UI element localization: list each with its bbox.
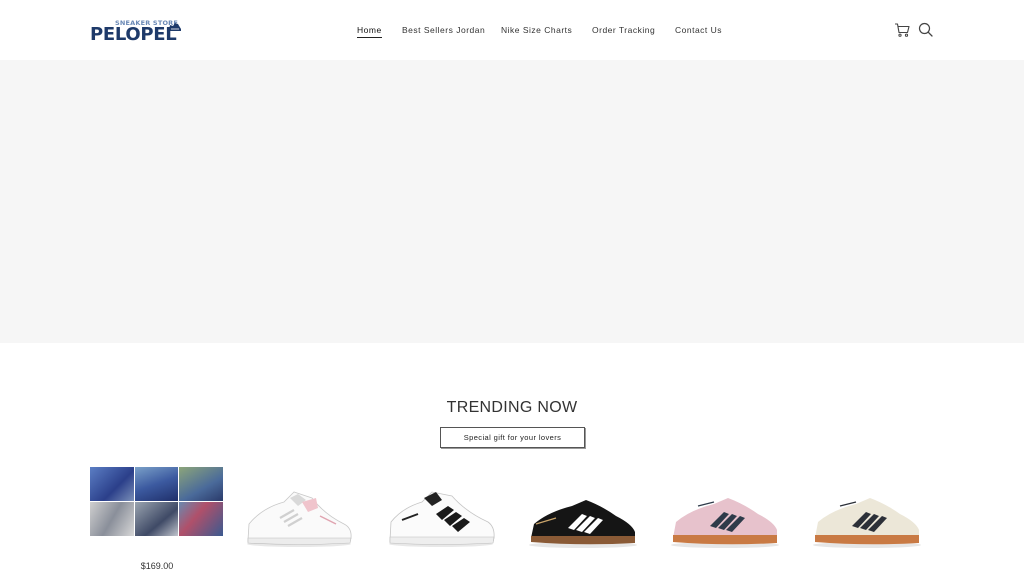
section-title: TRENDING NOW — [446, 399, 578, 416]
nav-nike-size-charts[interactable]: Nike Size Charts — [501, 25, 572, 35]
product-image — [671, 498, 779, 548]
search-icon[interactable] — [918, 22, 933, 37]
product-card[interactable] — [374, 462, 508, 572]
special-gift-button[interactable]: Special gift for your lovers — [440, 427, 585, 448]
product-image — [247, 491, 352, 547]
product-price: $169.00 — [140, 561, 174, 571]
product-image — [529, 500, 637, 548]
product-card[interactable]: $169.00 — [90, 462, 224, 572]
cart-icon[interactable] — [894, 22, 910, 38]
product-image — [813, 498, 921, 548]
product-image — [389, 491, 495, 547]
nav-contact-us[interactable]: Contact Us — [675, 25, 722, 35]
nav-best-sellers-jordan[interactable]: Best Sellers Jordan — [402, 25, 485, 35]
nav-order-tracking[interactable]: Order Tracking — [592, 25, 655, 35]
product-card[interactable] — [658, 462, 792, 572]
main-nav: Home Best Sellers Jordan Nike Size Chart… — [0, 25, 1024, 38]
hero-banner — [0, 60, 1024, 343]
product-card[interactable] — [232, 462, 366, 572]
nav-home[interactable]: Home — [357, 25, 382, 38]
product-card[interactable] — [800, 462, 934, 572]
product-image — [90, 467, 223, 536]
site-header: SNEAKER STORE PELOPEL Home Best Sellers … — [0, 0, 1024, 60]
product-card[interactable] — [516, 462, 650, 572]
